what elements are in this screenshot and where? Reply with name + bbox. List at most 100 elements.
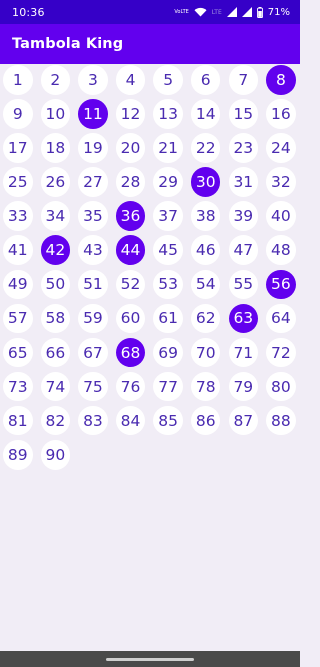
app-bar: Tambola King bbox=[0, 24, 300, 64]
number-cell-called[interactable]: 8 bbox=[266, 65, 296, 95]
signal-icon-2 bbox=[241, 7, 252, 17]
number-cell[interactable]: 49 bbox=[3, 269, 33, 300]
number-cell[interactable]: 13 bbox=[153, 99, 183, 129]
number-cell[interactable]: 39 bbox=[228, 201, 259, 231]
number-cell[interactable]: 6 bbox=[190, 65, 221, 95]
number-cell[interactable]: 53 bbox=[153, 269, 183, 300]
number-cell[interactable]: 55 bbox=[228, 269, 259, 300]
number-cell[interactable]: 1 bbox=[3, 65, 33, 95]
battery-icon bbox=[256, 6, 263, 18]
number-cell[interactable]: 35 bbox=[78, 201, 108, 231]
number-cell[interactable]: 23 bbox=[228, 133, 259, 163]
number-cell[interactable]: 57 bbox=[3, 303, 33, 334]
number-cell[interactable]: 2 bbox=[40, 65, 71, 95]
number-cell[interactable]: 70 bbox=[190, 337, 221, 368]
number-cell[interactable]: 61 bbox=[153, 303, 183, 334]
number-cell[interactable]: 41 bbox=[3, 235, 33, 265]
number-cell[interactable]: 88 bbox=[266, 405, 296, 436]
number-cell[interactable]: 75 bbox=[78, 371, 108, 402]
number-cell[interactable]: 17 bbox=[3, 133, 33, 163]
number-cell[interactable]: 18 bbox=[40, 133, 71, 163]
number-cell[interactable]: 69 bbox=[153, 337, 183, 368]
number-cell[interactable]: 19 bbox=[78, 133, 108, 163]
number-cell[interactable]: 20 bbox=[115, 133, 146, 163]
number-cell[interactable]: 4 bbox=[115, 65, 146, 95]
number-cell[interactable]: 21 bbox=[153, 133, 183, 163]
number-cell-called[interactable]: 30 bbox=[190, 167, 221, 197]
number-cell-called[interactable]: 36 bbox=[115, 201, 146, 231]
number-cell[interactable]: 7 bbox=[228, 65, 259, 95]
number-cell[interactable]: 29 bbox=[153, 167, 183, 197]
number-cell[interactable]: 48 bbox=[266, 235, 296, 265]
number-cell[interactable]: 38 bbox=[190, 201, 221, 231]
number-cell[interactable]: 54 bbox=[190, 269, 221, 300]
number-cell[interactable]: 72 bbox=[266, 337, 296, 368]
number-cell[interactable]: 3 bbox=[78, 65, 108, 95]
number-cell[interactable]: 15 bbox=[228, 99, 259, 129]
number-cell[interactable]: 64 bbox=[266, 303, 296, 334]
number-cell[interactable]: 26 bbox=[40, 167, 71, 197]
number-cell[interactable]: 32 bbox=[266, 167, 296, 197]
number-cell[interactable]: 73 bbox=[3, 371, 33, 402]
number-cell[interactable]: 34 bbox=[40, 201, 71, 231]
number-cell[interactable]: 84 bbox=[115, 405, 146, 436]
number-cell[interactable]: 51 bbox=[78, 269, 108, 300]
number-cell[interactable]: 79 bbox=[228, 371, 259, 402]
number-cell[interactable]: 67 bbox=[78, 337, 108, 368]
number-cell[interactable]: 58 bbox=[40, 303, 71, 334]
number-cell[interactable]: 47 bbox=[228, 235, 259, 265]
number-cell[interactable]: 9 bbox=[3, 99, 33, 129]
number-cell[interactable]: 43 bbox=[78, 235, 108, 265]
number-cell[interactable]: 45 bbox=[153, 235, 183, 265]
number-cell[interactable]: 62 bbox=[190, 303, 221, 334]
number-cell[interactable]: 16 bbox=[266, 99, 296, 129]
volte-label: VoLTE bbox=[174, 8, 189, 15]
battery-percentage: 71% bbox=[267, 6, 290, 18]
number-cell[interactable]: 31 bbox=[228, 167, 259, 197]
number-cell[interactable]: 5 bbox=[153, 65, 183, 95]
number-cell[interactable]: 78 bbox=[190, 371, 221, 402]
number-cell[interactable]: 83 bbox=[78, 405, 108, 436]
number-cell-called[interactable]: 63 bbox=[228, 303, 259, 334]
number-cell-called[interactable]: 56 bbox=[266, 269, 296, 300]
number-cell[interactable]: 87 bbox=[228, 405, 259, 436]
number-cell[interactable]: 33 bbox=[3, 201, 33, 231]
number-cell-called[interactable]: 68 bbox=[115, 337, 146, 368]
number-cell[interactable]: 25 bbox=[3, 167, 33, 197]
number-cell[interactable]: 12 bbox=[115, 99, 146, 129]
number-cell[interactable]: 66 bbox=[40, 337, 71, 368]
number-cell[interactable]: 71 bbox=[228, 337, 259, 368]
lte-label: LTE bbox=[211, 8, 222, 16]
number-cell[interactable]: 86 bbox=[190, 405, 221, 436]
number-cell[interactable]: 50 bbox=[40, 269, 71, 300]
number-cell[interactable]: 90 bbox=[40, 440, 71, 470]
number-cell[interactable]: 37 bbox=[153, 201, 183, 231]
number-cell[interactable]: 10 bbox=[40, 99, 71, 129]
number-cell-called[interactable]: 44 bbox=[115, 235, 146, 265]
number-cell[interactable]: 46 bbox=[190, 235, 221, 265]
number-cell[interactable]: 40 bbox=[266, 201, 296, 231]
number-cell[interactable]: 28 bbox=[115, 167, 146, 197]
number-cell[interactable]: 80 bbox=[266, 371, 296, 402]
number-cell[interactable]: 81 bbox=[3, 405, 33, 436]
number-cell[interactable]: 27 bbox=[78, 167, 108, 197]
home-gesture-handle[interactable] bbox=[106, 658, 194, 661]
app-title: Tambola King bbox=[12, 36, 124, 52]
number-cell[interactable]: 76 bbox=[115, 371, 146, 402]
number-cell[interactable]: 65 bbox=[3, 337, 33, 368]
number-cell[interactable]: 74 bbox=[40, 371, 71, 402]
number-cell[interactable]: 14 bbox=[190, 99, 221, 129]
number-cell[interactable]: 82 bbox=[40, 405, 71, 436]
number-cell[interactable]: 85 bbox=[153, 405, 183, 436]
number-cell[interactable]: 24 bbox=[266, 133, 296, 163]
number-cell[interactable]: 52 bbox=[115, 269, 146, 300]
wifi-icon bbox=[194, 7, 207, 17]
number-cell-called[interactable]: 42 bbox=[40, 235, 71, 265]
number-cell[interactable]: 77 bbox=[153, 371, 183, 402]
number-cell-called[interactable]: 11 bbox=[78, 99, 108, 129]
number-cell[interactable]: 22 bbox=[190, 133, 221, 163]
number-cell[interactable]: 60 bbox=[115, 303, 146, 334]
status-icons: VoLTE LTE 71% bbox=[174, 6, 290, 18]
number-cell[interactable]: 89 bbox=[3, 440, 33, 470]
number-cell[interactable]: 59 bbox=[78, 303, 108, 334]
